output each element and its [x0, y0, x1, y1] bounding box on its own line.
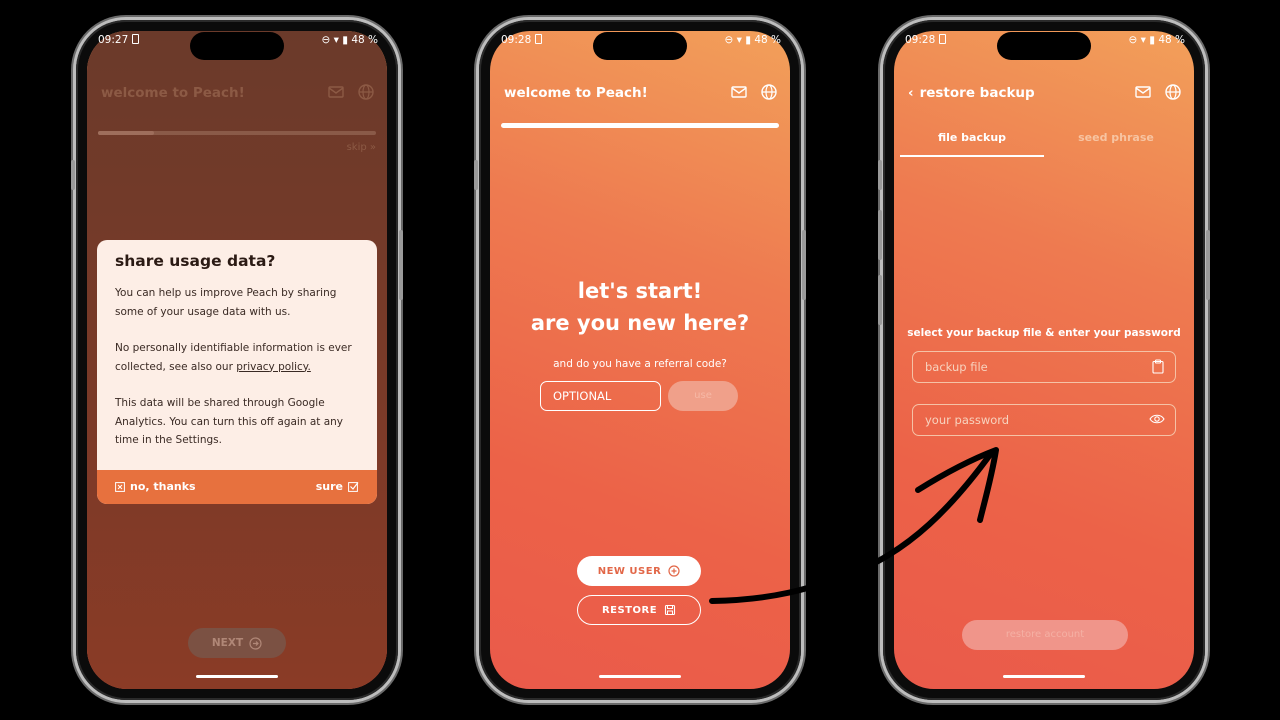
globe-icon[interactable] [1164, 83, 1182, 101]
onboarding-progress [98, 131, 376, 135]
progress-fill [98, 131, 154, 135]
restore-account-button[interactable]: restore account [962, 620, 1128, 650]
restore-label: RESTORE [601, 604, 658, 616]
dialog-paragraph: This data will be shared through Google … [115, 397, 344, 446]
battery-level: 48 % [1158, 34, 1185, 46]
onboarding-progress-complete [501, 123, 779, 128]
home-indicator [196, 675, 278, 678]
check-box-icon [348, 482, 359, 492]
mail-icon[interactable] [1134, 83, 1152, 101]
status-icons: ⊖ ▾ ▮ [724, 34, 755, 46]
side-button [878, 275, 882, 325]
globe-icon[interactable] [760, 83, 778, 101]
referral-question: and do you have a referral code? [553, 358, 727, 370]
status-time: 09:27 [98, 34, 129, 46]
plus-circle-icon [668, 565, 680, 577]
dynamic-island [190, 32, 284, 60]
phone-frame-3: ‹ restore backup file backup seed phrase … [878, 20, 1210, 700]
accept-button[interactable]: sure [316, 480, 359, 493]
use-referral-button[interactable]: use [668, 381, 738, 411]
side-button [71, 160, 75, 190]
globe-icon[interactable] [357, 83, 375, 101]
eye-icon[interactable] [1149, 412, 1165, 426]
status-time: 09:28 [905, 34, 936, 46]
home-indicator [1003, 675, 1085, 678]
arrow-circle-icon [249, 636, 262, 650]
restore-instruction: select your backup file & enter your pas… [907, 327, 1181, 339]
tab-seed-phrase[interactable]: seed phrase [1044, 131, 1188, 144]
mail-icon[interactable] [327, 83, 345, 101]
screen-share-usage: welcome to Peach! skip » NEXT share usag… [87, 31, 387, 689]
next-label: NEXT [211, 637, 244, 649]
skip-link[interactable]: skip » [347, 142, 376, 153]
status-icons: ⊖ ▾ ▮ [1128, 34, 1159, 46]
header: welcome to Peach! [504, 83, 778, 107]
phone-frame-2: welcome to Peach! let's start! are you n… [474, 20, 806, 700]
dialog-paragraph: You can help us improve Peach by sharing… [115, 287, 337, 318]
side-button [878, 210, 882, 260]
new-user-label: NEW USER [597, 565, 662, 577]
headline-line: let's start! [577, 279, 703, 303]
dynamic-island [593, 32, 687, 60]
status-icons: ⊖ ▾ ▮ [321, 34, 352, 46]
referral-code-input[interactable]: OPTIONAL [540, 381, 661, 411]
header-title: restore backup [919, 85, 1035, 101]
sim-icon [939, 34, 947, 44]
screen-lets-start: welcome to Peach! let's start! are you n… [490, 31, 790, 689]
save-icon [664, 604, 676, 616]
dialog-body: You can help us improve Peach by sharing… [115, 284, 359, 468]
tab-file-backup[interactable]: file backup [900, 131, 1044, 157]
sim-icon [535, 34, 543, 44]
share-data-dialog: share usage data? You can help us improv… [97, 240, 377, 504]
screen-restore-backup: ‹ restore backup file backup seed phrase … [894, 31, 1194, 689]
dynamic-island [997, 32, 1091, 60]
dialog-text: No personally identifiable information i… [115, 342, 352, 373]
decline-label: no, thanks [130, 480, 196, 493]
privacy-policy-link[interactable]: privacy policy. [236, 361, 311, 373]
restore-tabs: file backup seed phrase [900, 131, 1188, 159]
restore-button[interactable]: RESTORE [577, 595, 701, 625]
backup-file-placeholder: backup file [925, 360, 988, 374]
header-title: welcome to Peach! [504, 85, 648, 101]
header-title: welcome to Peach! [101, 85, 245, 101]
mail-icon[interactable] [730, 83, 748, 101]
clipboard-icon[interactable] [1151, 359, 1165, 374]
new-user-button[interactable]: NEW USER [577, 556, 701, 586]
dialog-title: share usage data? [115, 252, 276, 270]
next-button[interactable]: NEXT [188, 628, 286, 658]
dialog-paragraph: No personally identifiable information i… [115, 339, 359, 376]
side-button [399, 230, 403, 300]
backup-file-field[interactable]: backup file [912, 351, 1176, 383]
header: welcome to Peach! [101, 83, 375, 107]
battery-level: 48 % [351, 34, 378, 46]
battery-level: 48 % [754, 34, 781, 46]
accept-label: sure [315, 480, 343, 493]
side-button [878, 160, 882, 190]
sim-icon [132, 34, 140, 44]
back-chevron-icon[interactable]: ‹ [908, 85, 914, 101]
close-box-icon [115, 481, 125, 492]
dialog-footer: no, thanks sure [97, 470, 377, 504]
decline-button[interactable]: no, thanks [115, 480, 196, 493]
home-indicator [599, 675, 681, 678]
password-field[interactable]: your password [912, 404, 1176, 436]
side-button [802, 230, 806, 300]
side-button [1206, 230, 1210, 300]
header: ‹ restore backup [908, 83, 1182, 107]
status-time: 09:28 [501, 34, 532, 46]
password-placeholder: your password [925, 413, 1010, 427]
headline: let's start! are you new here? [490, 275, 790, 339]
header-title-group: ‹ restore backup [908, 85, 1035, 101]
headline-line: are you new here? [530, 311, 750, 335]
phone-frame-1: welcome to Peach! skip » NEXT share usag… [71, 20, 403, 700]
side-button [474, 160, 478, 190]
